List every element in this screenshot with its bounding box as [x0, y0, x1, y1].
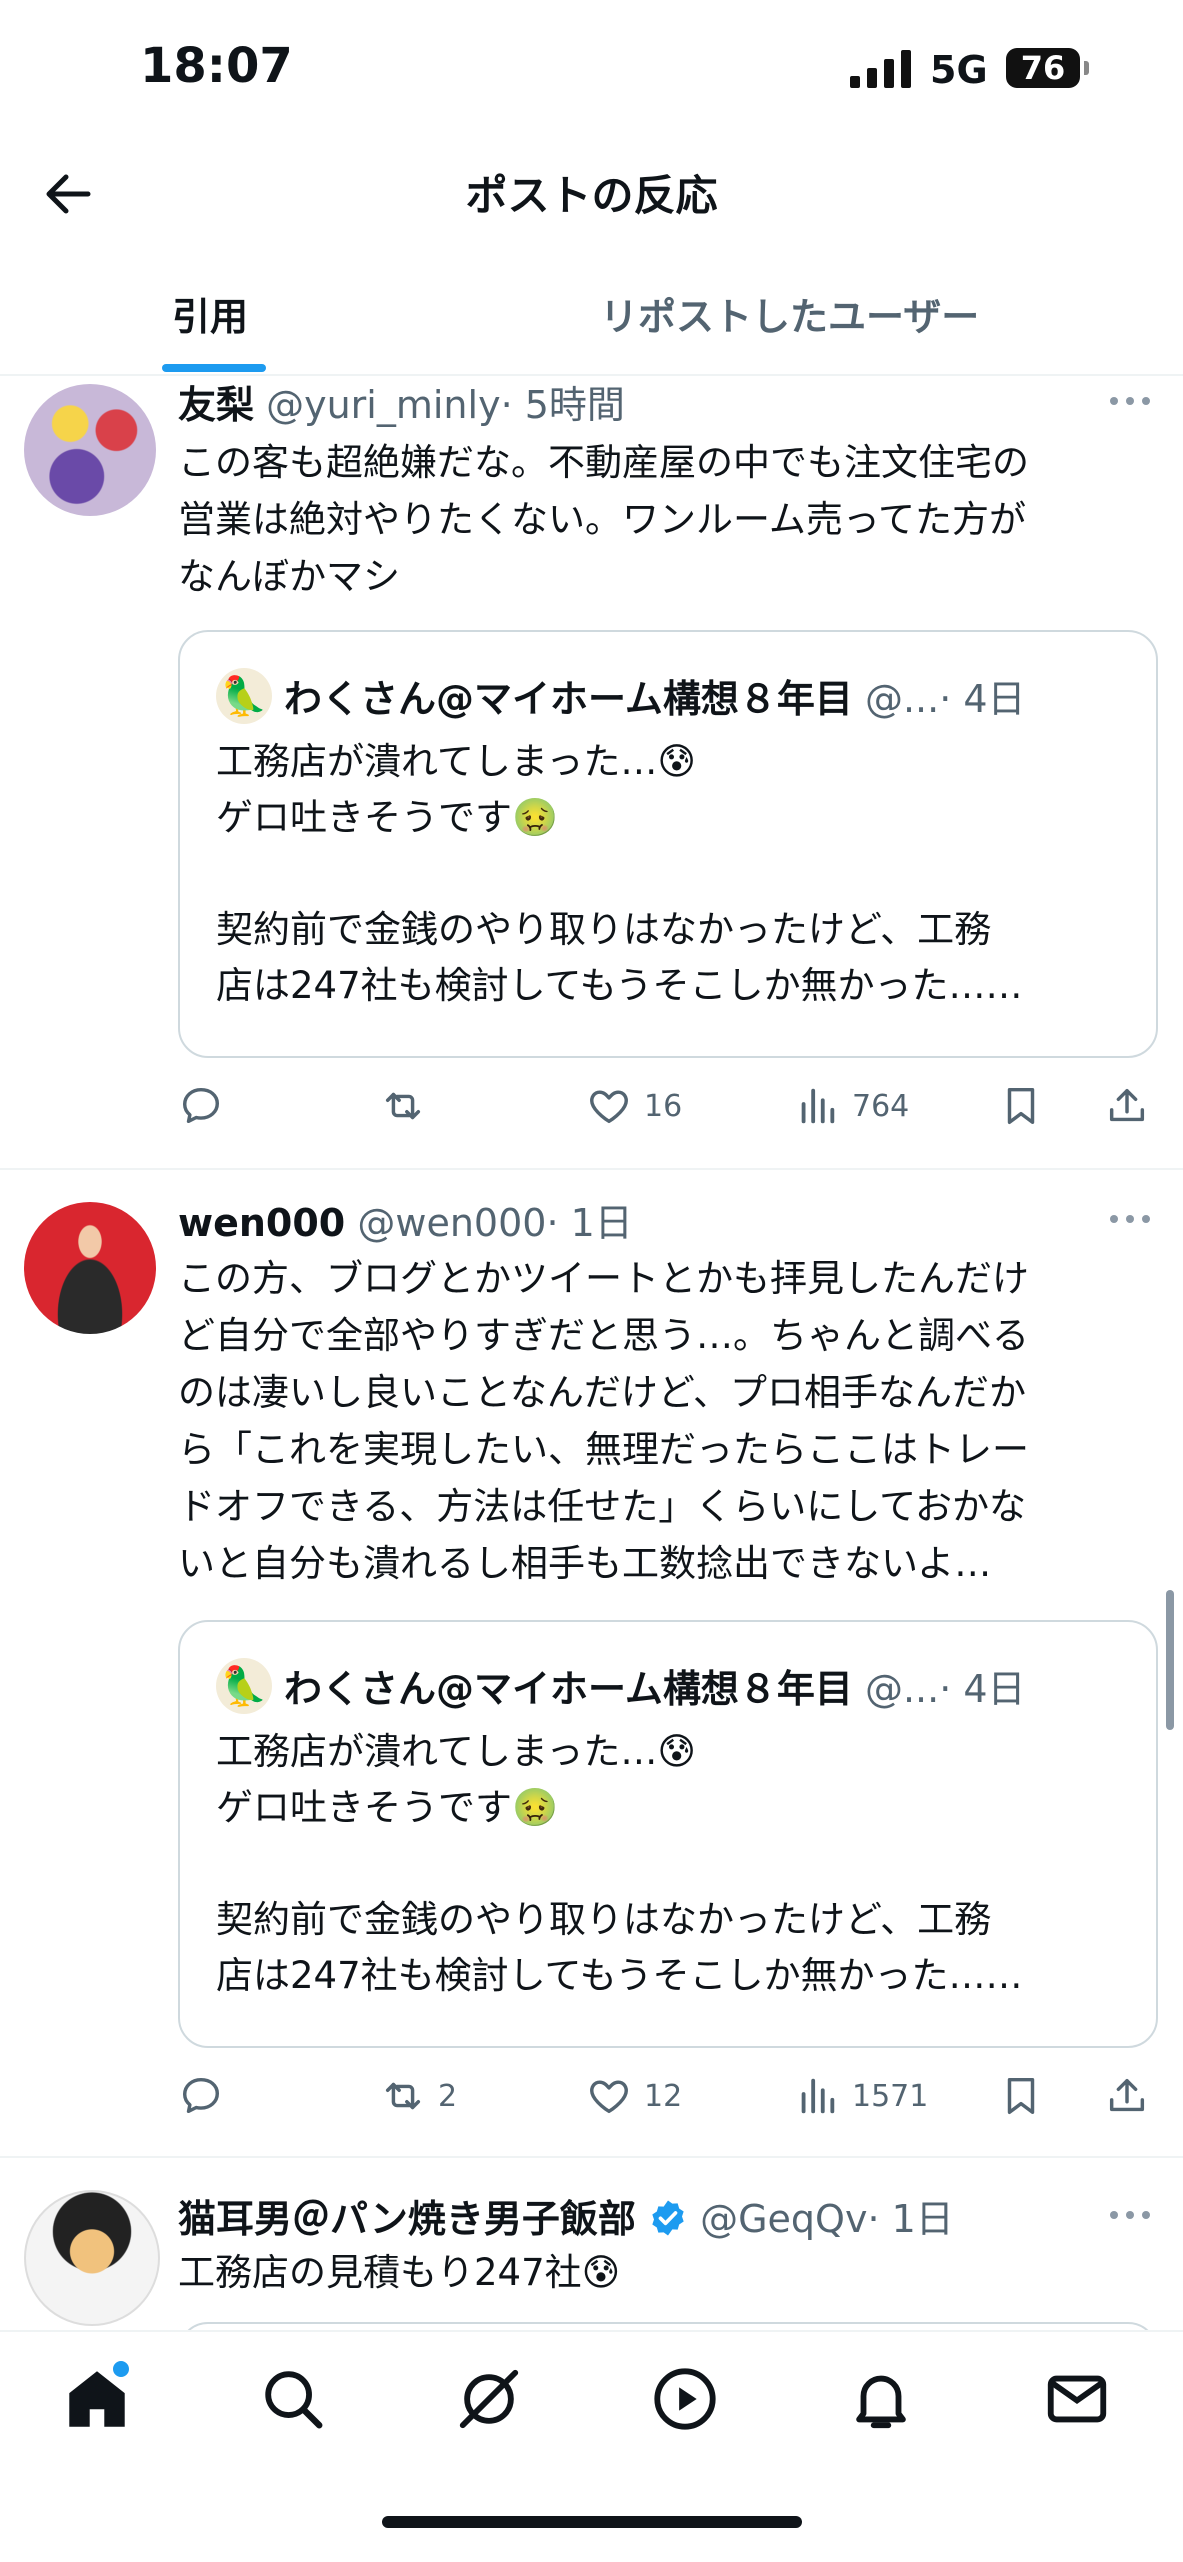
views-icon: [801, 1088, 835, 1124]
status-time: 18:07: [140, 38, 293, 94]
bell-icon: [856, 2375, 906, 2429]
grok-icon: [459, 2369, 519, 2429]
quoted-author-handle: @...: [864, 1667, 940, 1711]
tab-reposts[interactable]: リポストしたユーザー: [600, 286, 979, 341]
quoted-header: わくさん@マイホーム構想８年目 @...· 4日: [284, 668, 1026, 723]
author-name[interactable]: wen000: [178, 1201, 345, 1245]
reply-button[interactable]: [178, 2066, 224, 2126]
more-options-icon[interactable]: [1109, 1214, 1151, 1224]
avatar[interactable]: [24, 2190, 160, 2326]
quoted-text: 工務店が潰れてしまった…😰 ゲロ吐きそうです🤢 契約前で金銭のやり取りはなかった…: [216, 740, 1023, 1007]
bookmark-icon: [1007, 1087, 1035, 1125]
views-button[interactable]: 1571: [794, 2066, 928, 2126]
quoted-author-name: わくさん@マイホーム構想８年目: [284, 677, 853, 721]
play-icon: [654, 2368, 716, 2430]
home-indicator[interactable]: [382, 2516, 802, 2528]
quoted-time: · 4日: [939, 1667, 1026, 1711]
reply-icon: [182, 2077, 220, 2114]
bird-avatar-icon: 🦜: [216, 1658, 272, 1714]
share-icon: [1109, 1088, 1145, 1122]
post-time: · 1日: [546, 1201, 633, 1245]
share-icon: [1109, 2078, 1145, 2112]
post-item[interactable]: 友梨 @yuri_minly· 5時間 この客も超絶嫌だな。不動産屋の中でも注文…: [0, 374, 1183, 1170]
post-item[interactable]: wen000 @wen000· 1日 この方、ブログとかツイートとかも拝見したん…: [0, 1190, 1183, 2158]
quoted-time: · 4日: [939, 677, 1026, 721]
author-handle[interactable]: @wen000: [357, 1201, 546, 1245]
page-title: ポストの反応: [465, 171, 718, 220]
heart-icon: [590, 2080, 628, 2114]
reply-button[interactable]: [178, 1076, 224, 1136]
view-count: 1571: [852, 2078, 929, 2114]
nav-messages[interactable]: [1042, 2364, 1112, 2434]
more-options-icon[interactable]: [1109, 396, 1151, 406]
post-actions: 2 12 1571: [178, 2066, 1158, 2126]
post-text: この客も超絶嫌だな。不動産屋の中でも注文住宅の 営業は絶対やりたくない。ワンルー…: [178, 441, 1029, 598]
post-text: この方、ブログとかツイートとかも拝見したんだけ ど自分で全部やりすぎだと思う…。…: [178, 1257, 1029, 1585]
battery-level: 76: [1020, 49, 1066, 87]
post-item[interactable]: 猫耳男＠パン焼き男子飯部 @GeqQv· 1日 工務店の見積もり247社😰: [0, 2178, 1183, 2330]
status-bar: 18:07 5G 76: [0, 0, 1183, 140]
post-header: wen000 @wen000· 1日: [178, 1192, 633, 1247]
like-button[interactable]: 16: [586, 1076, 682, 1136]
search-icon: [265, 2371, 323, 2429]
repost-button[interactable]: 2: [380, 2066, 457, 2126]
quoted-post[interactable]: 🦜 わくさん@マイホーム構想８年目 @...· 4日 工務店が潰れてしまった…😰…: [178, 630, 1158, 1058]
reply-icon: [182, 1087, 220, 1124]
share-button[interactable]: [1104, 2066, 1150, 2126]
nav-search[interactable]: [258, 2364, 328, 2434]
like-count: 16: [644, 1088, 683, 1124]
scrollbar[interactable]: [1166, 1590, 1174, 1730]
tab-active-indicator: [162, 364, 266, 372]
more-options-icon[interactable]: [1109, 2210, 1151, 2220]
avatar[interactable]: [24, 384, 156, 516]
nav-video[interactable]: [650, 2364, 720, 2434]
tab-quotes[interactable]: 引用: [172, 286, 248, 341]
repost-button[interactable]: [380, 1076, 438, 1136]
post-header: 友梨 @yuri_minly· 5時間: [178, 374, 625, 429]
network-label: 5G: [930, 48, 988, 92]
repost-icon: [385, 1092, 421, 1120]
quoted-author-name: わくさん@マイホーム構想８年目: [284, 1667, 853, 1711]
nav-home[interactable]: [62, 2358, 132, 2434]
quoted-post[interactable]: 🦜 わくさん@マイホーム構想８年目 @...· 4日 工務店が潰れてしまった…😰…: [178, 1620, 1158, 2048]
quoted-post[interactable]: [178, 2322, 1158, 2330]
author-handle[interactable]: @GeqQv: [700, 2197, 867, 2241]
like-count: 12: [644, 2078, 683, 2114]
tab-bar: 引用 リポストしたユーザー: [0, 260, 1183, 376]
post-text: 工務店の見積もり247社😰: [178, 2251, 621, 2294]
bookmark-icon: [1007, 2077, 1035, 2115]
repost-count: 2: [438, 2078, 458, 2114]
notification-dot: [110, 2358, 132, 2380]
share-button[interactable]: [1104, 1076, 1150, 1136]
bird-avatar-icon: 🦜: [216, 668, 272, 724]
view-count: 764: [852, 1088, 910, 1124]
signal-icon: [850, 50, 911, 88]
bookmark-button[interactable]: [998, 1076, 1044, 1136]
nav-notifications[interactable]: [846, 2364, 916, 2434]
like-button[interactable]: 12: [586, 2066, 682, 2126]
post-time: · 1日: [867, 2197, 954, 2241]
author-name[interactable]: 猫耳男＠パン焼き男子飯部: [178, 2197, 636, 2241]
post-header: 猫耳男＠パン焼き男子飯部 @GeqQv· 1日: [178, 2188, 954, 2243]
post-time: · 5時間: [500, 383, 625, 427]
author-handle[interactable]: @yuri_minly: [266, 383, 500, 427]
quoted-header: わくさん@マイホーム構想８年目 @...· 4日: [284, 1658, 1026, 1713]
post-actions: 16 764: [178, 1076, 1158, 1136]
quoted-text: 工務店が潰れてしまった…😰 ゲロ吐きそうです🤢 契約前で金銭のやり取りはなかった…: [216, 1730, 1023, 1997]
battery-icon: 76: [1006, 48, 1089, 88]
bookmark-button[interactable]: [998, 2066, 1044, 2126]
mail-icon: [1047, 2375, 1107, 2423]
top-nav: ポストの反応: [0, 140, 1183, 260]
quoted-author-handle: @...: [864, 677, 940, 721]
views-button[interactable]: 764: [794, 1076, 909, 1136]
heart-icon: [590, 1090, 628, 1124]
verified-badge-icon: [652, 2200, 684, 2236]
author-name[interactable]: 友梨: [178, 383, 254, 427]
views-icon: [801, 2078, 835, 2114]
repost-icon: [385, 2082, 421, 2110]
nav-grok[interactable]: [454, 2364, 524, 2434]
avatar[interactable]: [24, 1202, 156, 1334]
